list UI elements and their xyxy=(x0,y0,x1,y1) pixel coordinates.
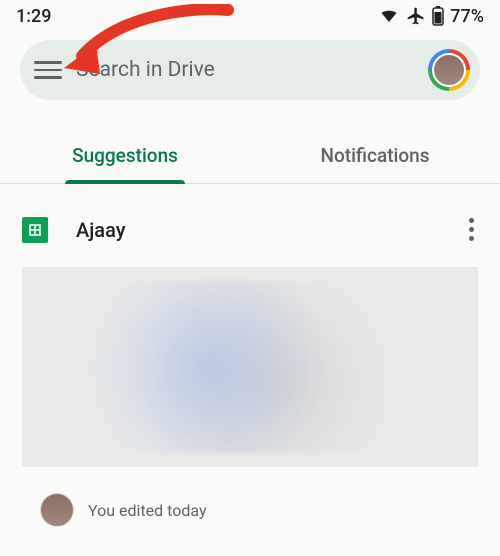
airplane-icon xyxy=(406,6,426,26)
status-icons: 77% xyxy=(378,6,484,27)
more-options-icon[interactable] xyxy=(465,212,478,247)
avatar-image xyxy=(432,53,466,87)
activity-row: You edited today xyxy=(40,493,478,527)
activity-text: You edited today xyxy=(88,501,207,520)
hamburger-menu-icon[interactable] xyxy=(34,56,62,84)
file-header: Ajaay xyxy=(0,184,500,257)
account-avatar[interactable] xyxy=(428,49,470,91)
activity-avatar xyxy=(40,493,74,527)
search-input[interactable]: Search in Drive xyxy=(76,58,414,82)
sheets-icon xyxy=(22,217,48,243)
tabs: Suggestions Notifications xyxy=(0,130,500,184)
battery-percent: 77% xyxy=(450,6,484,27)
battery-icon xyxy=(432,6,444,26)
status-time: 1:29 xyxy=(16,6,51,27)
tab-notifications[interactable]: Notifications xyxy=(250,130,500,183)
file-title[interactable]: Ajaay xyxy=(70,218,443,242)
tab-suggestions[interactable]: Suggestions xyxy=(0,130,250,183)
wifi-icon xyxy=(378,7,400,25)
search-bar[interactable]: Search in Drive xyxy=(20,40,480,100)
file-preview-thumbnail[interactable] xyxy=(22,267,478,467)
status-bar: 1:29 77% xyxy=(0,0,500,32)
